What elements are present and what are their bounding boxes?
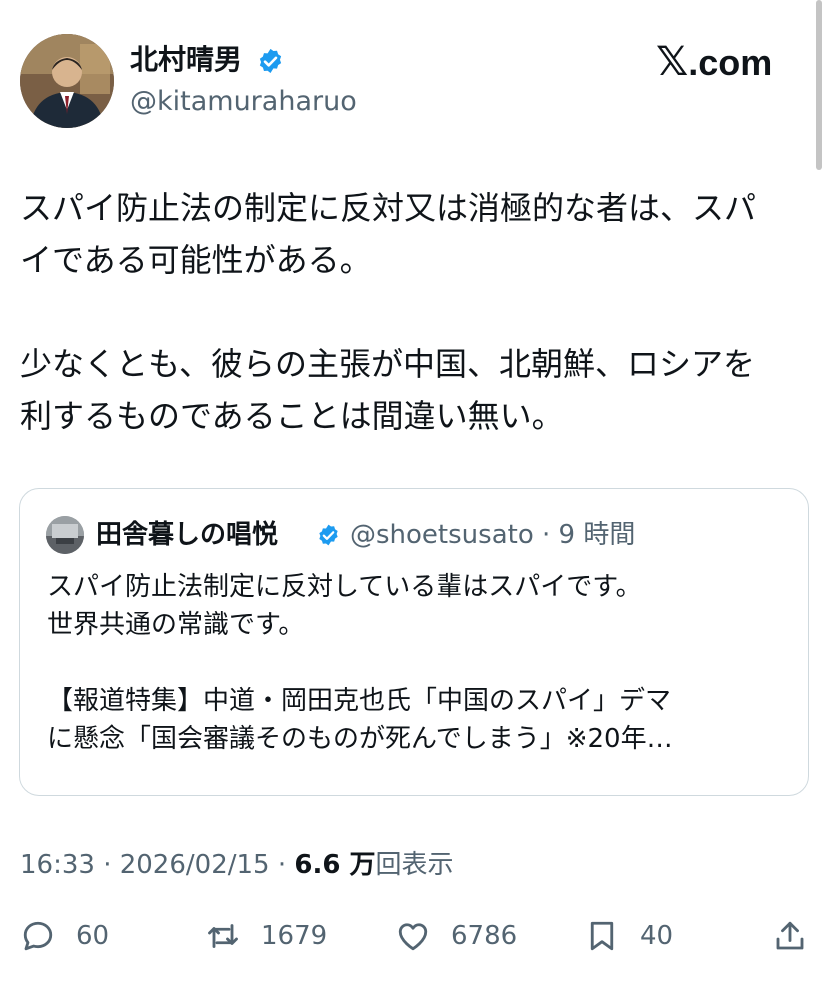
quote-line: 世界共通の常識です。 — [47, 610, 305, 640]
quoted-author-avatar[interactable] — [46, 516, 84, 554]
repost-button[interactable]: 1679 — [205, 914, 327, 958]
like-icon — [398, 923, 428, 951]
quote-line: に懸念「国会審議そのものが死んでしまう」※20年… — [47, 724, 673, 754]
quoted-author-name[interactable]: 田舎暮しの唱悦 — [96, 517, 278, 553]
post-text: スパイ防止法の制定に反対又は消極的な者は、スパ イである可能性がある。 少なくと… — [20, 182, 810, 442]
post-line: スパイ防止法の制定に反対又は消極的な者は、スパ — [20, 189, 757, 227]
bookmark-icon — [590, 921, 614, 951]
author-display-name[interactable]: 北村晴男 — [130, 40, 242, 80]
quote-line: スパイ防止法制定に反対している輩はスパイです。 — [47, 572, 642, 602]
post-line: イである可能性がある。 — [20, 241, 372, 279]
x-brand-logo: 𝕏.com — [656, 36, 772, 89]
scrollbar[interactable] — [816, 0, 822, 170]
post-line: 利するものであることは間違い無い。 — [20, 397, 564, 435]
quote-line: 【報道特集】中道・岡田克也氏「中国のスパイ」デマ — [47, 686, 672, 716]
author-handle[interactable]: @kitamuraharuo — [130, 83, 357, 121]
repost-count: 1679 — [261, 921, 328, 951]
like-button[interactable]: 6786 — [395, 914, 517, 958]
verified-badge-icon — [256, 47, 285, 76]
bookmark-button[interactable]: 40 — [584, 914, 673, 958]
reply-count: 60 — [76, 921, 110, 951]
brand-suffix: .com — [688, 42, 773, 83]
post-line: 少なくとも、彼らの主張が中国、北朝鮮、ロシアを — [20, 345, 756, 383]
view-label: 回表示 — [375, 850, 454, 880]
quoted-author-handle-time[interactable]: @shoetsusato · 9 時間 — [350, 517, 635, 553]
reply-icon — [23, 921, 53, 951]
bookmark-count: 40 — [640, 921, 674, 951]
reply-button[interactable]: 60 — [20, 914, 109, 958]
post-meta: 16:33 · 2026/02/15 · 6.6 万回表示 — [20, 846, 454, 884]
like-count: 6786 — [451, 921, 518, 951]
author-avatar[interactable] — [20, 34, 114, 128]
quoted-post-text: スパイ防止法制定に反対している輩はスパイです。 世界共通の常識です。 【報道特集… — [47, 568, 787, 758]
share-icon — [776, 921, 804, 950]
post-timestamp[interactable]: 16:33 · 2026/02/15 · — [20, 850, 294, 880]
share-button[interactable] — [772, 914, 808, 958]
verified-badge-icon — [316, 523, 341, 548]
repost-icon — [208, 924, 238, 948]
x-logo-icon: 𝕏 — [656, 40, 689, 84]
view-count: 6.6 万 — [294, 850, 376, 880]
